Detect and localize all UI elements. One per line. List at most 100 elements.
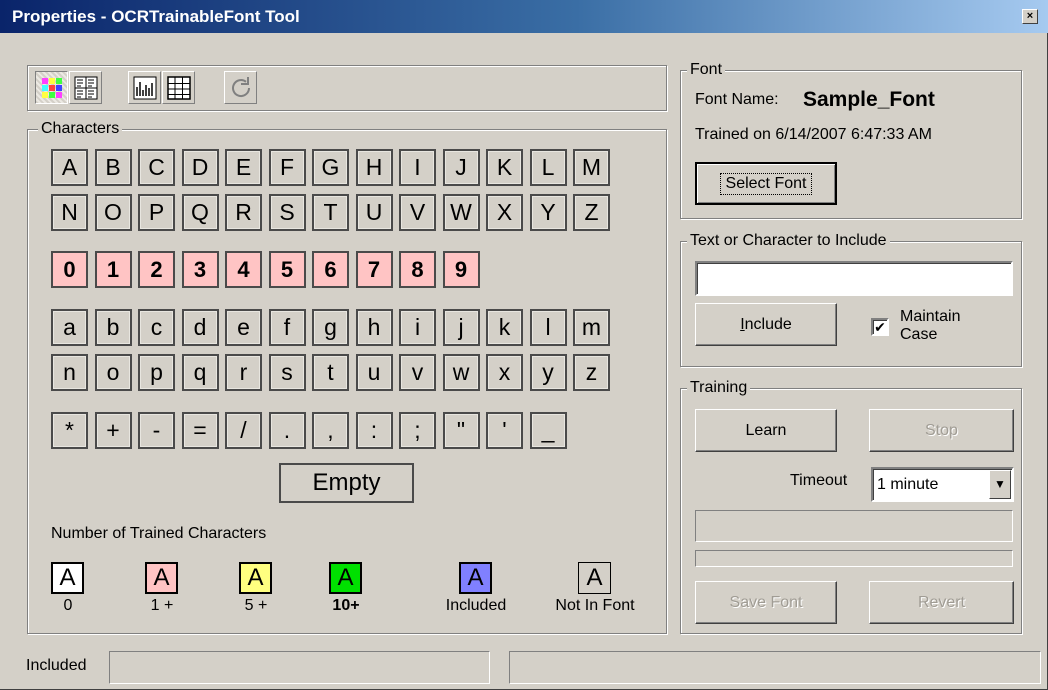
maintain-case-checkbox[interactable]: ✔ [871,318,889,336]
char-key[interactable]: d [181,309,219,346]
char-key[interactable]: W [442,194,480,231]
stop-button[interactable]: Stop [869,409,1014,452]
char-key[interactable]: 0 [51,251,88,288]
chevron-down-icon[interactable]: ▼ [989,470,1011,499]
char-key[interactable]: P [138,194,175,231]
chart-view-button[interactable] [128,71,161,104]
char-key[interactable]: 5 [268,251,306,288]
char-key[interactable]: q [181,354,219,391]
char-key[interactable]: K [486,149,523,186]
char-key[interactable]: / [225,412,262,449]
char-key[interactable]: m [573,309,610,346]
empty-button[interactable]: Empty [279,463,414,503]
color-view-button[interactable] [35,71,68,104]
char-key[interactable]: g [312,309,349,346]
timeout-select[interactable]: 1 minute ▼ [871,467,1014,502]
refresh-button[interactable] [224,71,257,104]
char-key[interactable]: Q [181,194,219,231]
char-key[interactable]: * [51,412,88,449]
char-key[interactable]: s [268,354,306,391]
char-key[interactable]: k [486,309,523,346]
char-key[interactable]: X [486,194,523,231]
char-key[interactable]: l [529,309,567,346]
progress-bar-1 [695,510,1013,542]
char-key[interactable]: D [181,149,219,186]
include-text-input[interactable] [695,261,1013,296]
char-key[interactable]: - [138,412,175,449]
char-key[interactable]: G [312,149,349,186]
learn-button[interactable]: Learn [695,409,837,452]
char-key[interactable]: 1 [94,251,132,288]
char-key[interactable]: f [268,309,306,346]
char-key[interactable]: p [138,354,175,391]
char-key[interactable]: 7 [355,251,393,288]
char-key[interactable]: r [225,354,262,391]
char-key[interactable]: " [442,412,480,449]
char-key[interactable]: z [573,354,610,391]
char-key[interactable]: y [529,354,567,391]
char-key[interactable]: C [138,149,175,186]
char-key[interactable]: S [268,194,306,231]
revert-button[interactable]: Revert [869,581,1014,624]
char-key[interactable]: I [399,149,436,186]
trained-date: Trained on 6/14/2007 6:47:33 AM [695,126,932,143]
char-key[interactable]: + [94,412,132,449]
select-font-button[interactable]: Select Font [695,162,837,205]
font-name-label: Font Name: [695,91,779,108]
char-key[interactable]: e [225,309,262,346]
char-key[interactable]: _ [529,412,567,449]
status-panel-1 [109,651,490,684]
char-key[interactable]: b [94,309,132,346]
char-key[interactable]: c [138,309,175,346]
char-key[interactable]: i [399,309,436,346]
refresh-icon [231,76,250,97]
char-key[interactable]: U [355,194,393,231]
char-key[interactable]: R [225,194,262,231]
character-view-button[interactable] [69,71,102,104]
char-key[interactable]: B [94,149,132,186]
char-key[interactable]: F [268,149,306,186]
close-button[interactable]: × [1022,9,1038,24]
char-key[interactable]: t [312,354,349,391]
char-key[interactable]: T [312,194,349,231]
save-font-button[interactable]: Save Font [695,581,837,624]
char-key[interactable]: = [181,412,219,449]
char-key[interactable]: L [529,149,567,186]
char-key[interactable]: ' [486,412,523,449]
char-key[interactable]: 2 [138,251,175,288]
char-key[interactable]: . [268,412,306,449]
font-group-label: Font [687,60,726,80]
char-key[interactable]: x [486,354,523,391]
legend-caption: 10+ [332,597,360,614]
char-key[interactable]: v [399,354,436,391]
char-key[interactable]: V [399,194,436,231]
select-font-label: Select Font [719,172,813,195]
char-key[interactable]: N [51,194,88,231]
char-key[interactable]: Z [573,194,610,231]
char-key[interactable]: Y [529,194,567,231]
char-key[interactable]: M [573,149,610,186]
char-key[interactable]: o [94,354,132,391]
char-key[interactable]: J [442,149,480,186]
table-view-button[interactable] [162,71,195,104]
char-key[interactable]: 4 [225,251,262,288]
char-key[interactable]: : [355,412,393,449]
char-key[interactable]: u [355,354,393,391]
char-key[interactable]: w [442,354,480,391]
char-key[interactable]: 9 [442,251,480,288]
char-key[interactable]: , [312,412,349,449]
char-key[interactable]: ; [399,412,436,449]
char-key[interactable]: O [94,194,132,231]
char-key[interactable]: j [442,309,480,346]
title-bar: Properties - OCRTrainableFont Tool [0,0,1048,33]
char-key[interactable]: a [51,309,88,346]
char-key[interactable]: 6 [312,251,349,288]
char-key[interactable]: n [51,354,88,391]
char-key[interactable]: 8 [399,251,436,288]
char-key[interactable]: 3 [181,251,219,288]
include-button[interactable]: Include [695,303,837,346]
char-key[interactable]: A [51,149,88,186]
char-key[interactable]: H [355,149,393,186]
char-key[interactable]: E [225,149,262,186]
char-key[interactable]: h [355,309,393,346]
